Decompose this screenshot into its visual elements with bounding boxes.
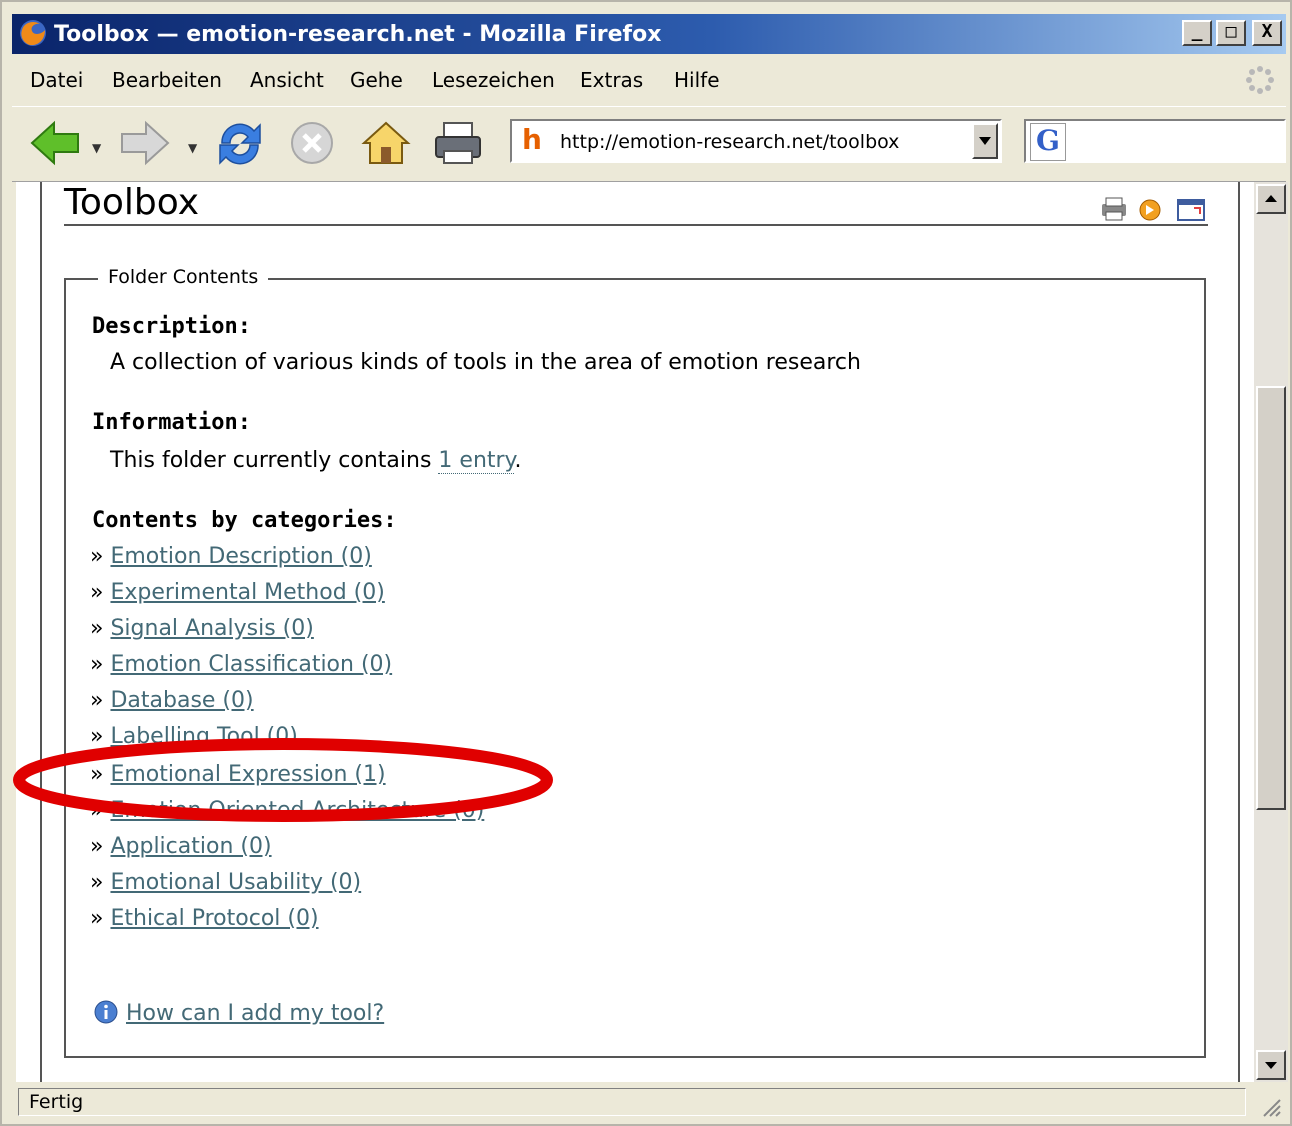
category-link-emotion-oriented-architecture[interactable]: Emotion Oriented Architecture (0) [110,798,484,823]
send-page-icon[interactable] [1139,199,1161,221]
page-title: Toolbox [64,182,199,223]
menu-lesezeichen[interactable]: Lesezeichen [432,68,555,92]
menu-bar: Datei Bearbeiten Ansicht Gehe Lesezeiche… [12,60,1286,102]
bullet: » [90,906,104,931]
information-prefix: This folder currently contains [110,448,432,473]
search-input[interactable]: G [1024,119,1286,163]
categories-label: Contents by categories: [92,508,397,533]
entry-count-link[interactable]: 1 entry [438,448,515,474]
category-link-emotional-expression[interactable]: Emotional Expression (1) [110,762,385,787]
scroll-down-button[interactable] [1256,1050,1286,1080]
information-suffix: . [514,448,522,473]
category-link-application[interactable]: Application (0) [110,834,271,859]
reload-icon[interactable] [212,117,268,169]
bullet: » [90,870,104,895]
address-bar[interactable]: h http://emotion-research.net/toolbox [510,119,1002,163]
description-text: A collection of various kinds of tools i… [110,350,861,375]
bullet: » [90,544,104,569]
search-engine-icon[interactable]: G [1030,123,1066,161]
menu-extras[interactable]: Extras [580,68,643,92]
vertical-scrollbar[interactable] [1254,182,1288,1082]
title-divider [64,224,1208,226]
bullet: » [90,762,104,787]
browser-window: Toolbox — emotion-research.net - Mozilla… [0,0,1292,1126]
information-text: This folder currently contains 1 entry. [110,448,522,474]
menu-bearbeiten[interactable]: Bearbeiten [112,68,222,92]
category-link-experimental-method[interactable]: Experimental Method (0) [110,580,384,605]
category-item: » Database (0) [90,688,254,713]
description-label: Description: [92,314,251,339]
category-link-emotional-usability[interactable]: Emotional Usability (0) [110,870,361,895]
site-favicon-icon: h [522,123,542,156]
back-icon[interactable] [28,117,82,169]
chevron-up-icon [1265,195,1277,202]
information-label: Information: [92,410,251,435]
bullet: » [90,580,104,605]
howto-row: How can I add my tool? [94,1000,384,1026]
menu-hilfe[interactable]: Hilfe [674,68,720,92]
scroll-thumb[interactable] [1256,386,1286,810]
print-page-icon[interactable] [1102,197,1126,221]
menu-gehe[interactable]: Gehe [350,68,403,92]
bullet: » [90,834,104,859]
category-link-database[interactable]: Database (0) [110,688,253,713]
stop-icon[interactable] [284,117,340,169]
bullet: » [90,724,104,749]
fullscreen-icon[interactable] [1177,199,1205,221]
throbber-icon [1246,66,1274,94]
close-button[interactable]: X [1252,20,1282,46]
scroll-up-button[interactable] [1256,184,1286,214]
menu-datei[interactable]: Datei [30,68,83,92]
category-item: » Experimental Method (0) [90,580,385,605]
category-item: » Signal Analysis (0) [90,616,314,641]
category-link-signal-analysis[interactable]: Signal Analysis (0) [110,616,313,641]
page-content: Toolbox Folder Contents Description: A c… [16,182,1254,1082]
info-icon [94,1000,118,1024]
bullet: » [90,798,104,823]
right-border [1238,182,1240,1082]
chevron-down-icon [1265,1062,1277,1069]
category-item: » Ethical Protocol (0) [90,906,319,931]
category-link-emotion-description[interactable]: Emotion Description (0) [110,544,371,569]
add-tool-link[interactable]: How can I add my tool? [126,1001,384,1026]
fieldset-legend: Folder Contents [98,266,269,288]
maximize-button[interactable]: □ [1216,20,1246,46]
category-link-labelling-tool[interactable]: Labelling Tool (0) [110,724,297,749]
bullet: » [90,652,104,677]
bullet: » [90,616,104,641]
category-item: » Emotional Expression (1) [90,762,386,787]
back-dropdown-icon[interactable]: ▼ [92,141,101,155]
category-item: » Application (0) [90,834,272,859]
minimize-button[interactable]: _ [1182,20,1212,46]
left-border [40,182,42,1082]
navigation-toolbar: ▼ ▼ h http://emotion-research.net/toolbo… [12,106,1286,182]
firefox-icon [20,20,46,46]
address-dropdown-button[interactable] [972,123,998,159]
status-text: Fertig [18,1088,1246,1116]
document-actions [1102,197,1205,221]
category-item: » Emotional Usability (0) [90,870,361,895]
category-link-ethical-protocol[interactable]: Ethical Protocol (0) [110,906,318,931]
category-item: » Emotion Classification (0) [90,652,392,677]
bullet: » [90,688,104,713]
window-title: Toolbox — emotion-research.net - Mozilla… [54,22,662,47]
menu-ansicht[interactable]: Ansicht [250,68,324,92]
url-text[interactable]: http://emotion-research.net/toolbox [560,131,899,153]
resize-grip-icon[interactable] [1258,1094,1282,1118]
chevron-down-icon [979,137,991,145]
category-item: » Emotion Description (0) [90,544,372,569]
forward-dropdown-icon[interactable]: ▼ [188,141,197,155]
category-item: » Emotion Oriented Architecture (0) [90,798,484,823]
home-icon[interactable] [358,117,414,169]
forward-icon[interactable] [118,117,172,169]
category-item: » Labelling Tool (0) [90,724,298,749]
category-link-emotion-classification[interactable]: Emotion Classification (0) [110,652,392,677]
print-icon[interactable] [430,117,486,169]
title-bar: Toolbox — emotion-research.net - Mozilla… [12,14,1286,54]
status-bar: Fertig [12,1084,1286,1122]
